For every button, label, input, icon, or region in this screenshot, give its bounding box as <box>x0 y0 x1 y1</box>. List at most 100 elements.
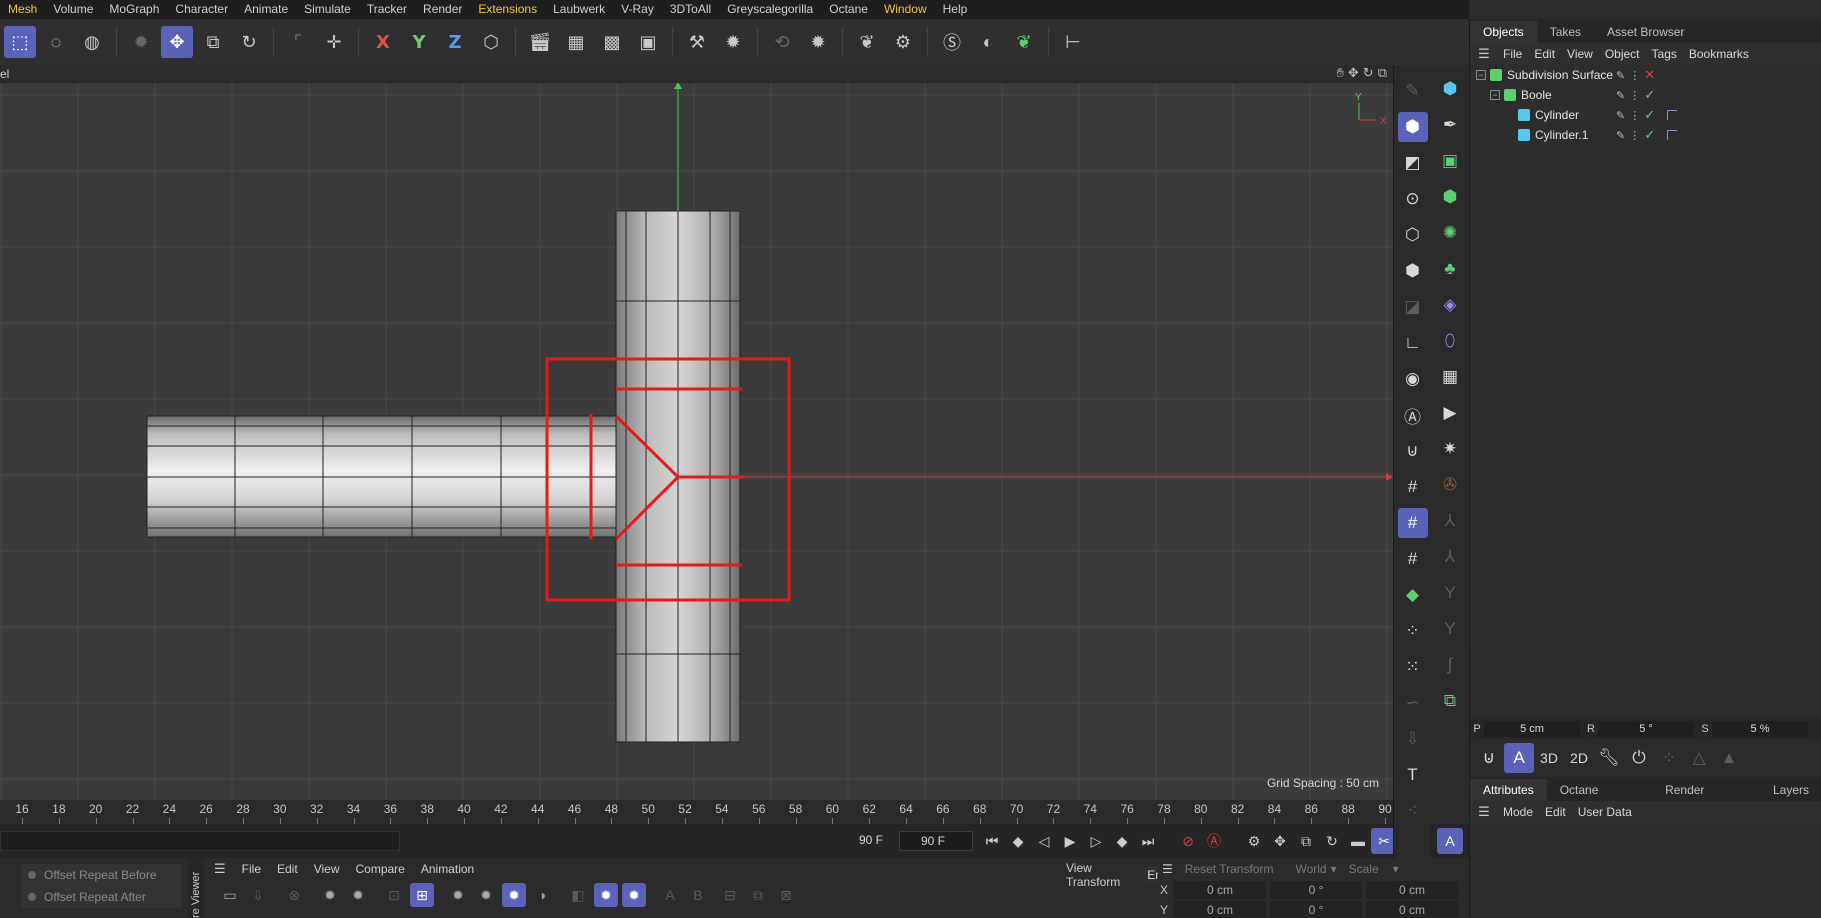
channel-g-button[interactable]: ✹ <box>502 883 526 907</box>
s-snap-field[interactable]: 5 % <box>1712 721 1808 737</box>
polygon-selection-button[interactable]: ◍ <box>76 26 108 58</box>
set-b-button[interactable]: B <box>686 883 710 907</box>
edges-mode-button[interactable]: ⬡ <box>1398 220 1428 250</box>
tab-layers[interactable]: Layers <box>1760 779 1821 801</box>
p-snap-field[interactable]: 5 cm <box>1484 721 1580 737</box>
object-menu-file[interactable]: File <box>1498 47 1529 61</box>
compare-b-button[interactable]: ✹ <box>594 883 618 907</box>
fullscreen-button[interactable]: ⊠ <box>774 883 798 907</box>
render-button[interactable]: ✹ <box>318 883 342 907</box>
move-tool-button[interactable]: ✥ <box>161 26 193 58</box>
autoweld-button[interactable]: Ⓐ <box>1398 400 1428 430</box>
viewer-menu-animation[interactable]: Animation <box>413 862 482 876</box>
menu-mesh[interactable]: Mesh <box>0 0 45 19</box>
workplane-align-button[interactable]: # <box>1398 544 1428 574</box>
viewer-menu-file[interactable]: File <box>234 862 269 876</box>
menu-greyscalegorilla[interactable]: Greyscalegorilla <box>719 0 821 19</box>
key-position-button[interactable]: ✥ <box>1267 828 1293 854</box>
disabled-x-icon[interactable]: ✕ <box>1644 67 1655 83</box>
object-name[interactable]: Subdivision Surface <box>1507 68 1613 82</box>
expand-toggle-icon[interactable]: − <box>1490 90 1500 100</box>
add-cube-button[interactable]: ⬢ <box>1435 74 1465 104</box>
add-subdivision-button[interactable]: ⬢ <box>1435 182 1465 212</box>
viewer-menu-edit[interactable]: Edit <box>269 862 306 876</box>
add-joint-button[interactable]: ✇ <box>1435 470 1465 500</box>
r-snap-field[interactable]: 5 ° <box>1598 721 1694 737</box>
3d-mode-button[interactable]: 3D <box>1534 743 1564 773</box>
menu-animate[interactable]: Animate <box>236 0 296 19</box>
laubwerk-button[interactable]: ❦ <box>851 26 883 58</box>
add-deformer-button[interactable]: ◈ <box>1435 290 1465 320</box>
skin-button[interactable]: Y <box>1435 614 1465 644</box>
layer-icon[interactable]: ✎ <box>1616 69 1625 82</box>
visibility-dots-icon[interactable]: ⋮ <box>1629 69 1640 82</box>
menu-mograph[interactable]: MoGraph <box>101 0 167 19</box>
expand-toggle-icon[interactable]: − <box>1476 70 1486 80</box>
workplane-snap-button[interactable]: # <box>1397 508 1428 538</box>
hamburger-icon[interactable]: ☰ <box>1470 46 1498 62</box>
y-rotation-field[interactable]: 0 ° <box>1270 901 1362 918</box>
attribute-menu-mode[interactable]: Mode <box>1498 805 1540 819</box>
render-picture-viewer-button[interactable]: ▩ <box>596 26 628 58</box>
symmetry-button[interactable]: ◐ <box>972 26 1004 58</box>
menu-laubwerk[interactable]: Laubwerk <box>545 0 613 19</box>
y-position-field[interactable]: 0 cm <box>1174 901 1266 918</box>
object-menu-object[interactable]: Object <box>1600 47 1647 61</box>
object-row[interactable]: − Boole ✎ ⋮ ✓ <box>1470 85 1821 105</box>
next-key-button[interactable]: ◆ <box>1109 828 1135 854</box>
orbit-icon[interactable]: ↻ <box>1363 65 1374 81</box>
add-camera-button[interactable]: ▶ <box>1435 398 1465 428</box>
tab-takes[interactable]: Takes <box>1537 21 1594 43</box>
open-folder-button[interactable]: ▭ <box>218 883 242 907</box>
rectangle-selection-button[interactable]: ◌ <box>40 26 72 58</box>
menu-character[interactable]: Character <box>167 0 236 19</box>
bone-button[interactable]: Y <box>1435 578 1465 608</box>
axis-mode-button[interactable]: ∟ <box>1398 328 1428 358</box>
visibility-dots-icon[interactable]: ⋮ <box>1629 129 1640 142</box>
y-scale-field[interactable]: 0 cm <box>1366 901 1458 918</box>
menu-simulate[interactable]: Simulate <box>296 0 359 19</box>
import-button[interactable]: ⇩ <box>1398 724 1428 754</box>
play-button[interactable]: ▶ <box>1057 828 1083 854</box>
fit-button[interactable]: ⊟ <box>718 883 742 907</box>
reset-transform-button[interactable]: Reset Transform <box>1185 862 1274 876</box>
maximize-icon[interactable]: ⧉ <box>1378 65 1387 81</box>
menu-extensions[interactable]: Extensions <box>470 0 545 19</box>
timeline-ruler[interactable]: 16 18 20 22 24 26 28 30 32 34 36 38 40 42 44 46 48 50 52 54… <box>0 800 1393 824</box>
interactive-region-button[interactable]: ⊞ <box>410 883 434 907</box>
ik-button[interactable]: ⅄ <box>1435 542 1465 572</box>
plant-button[interactable]: ❦ <box>1008 26 1040 58</box>
magnet-snap-button[interactable]: ⊍ <box>1398 436 1428 466</box>
solo-button[interactable]: ◉ <box>1398 364 1428 394</box>
add-light-button[interactable]: ✷ <box>1435 434 1465 464</box>
object-menu-edit[interactable]: Edit <box>1529 47 1562 61</box>
object-name[interactable]: Cylinder.1 <box>1535 128 1588 142</box>
scale-tool-button[interactable]: ⧉ <box>197 26 229 58</box>
previous-key-button[interactable]: ◆ <box>1005 828 1031 854</box>
menu-window[interactable]: Window <box>876 0 935 19</box>
compare-ab-button[interactable]: ✹ <box>622 883 646 907</box>
autokey-button[interactable]: Ⓐ <box>1201 828 1227 854</box>
coordinate-space-select[interactable]: World <box>1295 862 1326 876</box>
add-floor-button[interactable]: ▦ <box>1435 362 1465 392</box>
key-rotation-button[interactable]: ↻ <box>1319 828 1345 854</box>
paint-button[interactable]: ◆ <box>1398 580 1428 610</box>
key-scale-button[interactable]: ⧉ <box>1293 828 1319 854</box>
undo-view-button[interactable]: ⟲ <box>766 26 798 58</box>
menu-v-ray[interactable]: V-Ray <box>613 0 662 19</box>
hamburger-icon[interactable]: ☰ <box>1470 804 1498 820</box>
phong-tag-icon[interactable] <box>1667 130 1678 140</box>
offset-repeat-after-row[interactable]: Offset Repeat After <box>22 886 182 908</box>
scatter-snap-button[interactable]: ⁘ <box>1398 616 1428 646</box>
layer-icon[interactable]: ✎ <box>1616 129 1625 142</box>
scale-mode-select[interactable]: Scale <box>1349 862 1379 876</box>
x-axis-toggle[interactable]: X <box>367 26 399 58</box>
hamburger-icon[interactable]: ☰ <box>206 861 234 877</box>
region-button[interactable]: ⊡ <box>382 883 406 907</box>
object-row[interactable]: Cylinder.1 ✎ ⋮ ✓ <box>1470 125 1821 145</box>
key-parameter-button[interactable]: ▬ <box>1345 828 1371 854</box>
timeline-mode-button[interactable]: A <box>1437 828 1463 854</box>
tweak-mode-button[interactable]: ✎ <box>1398 76 1428 106</box>
next-frame-button[interactable]: ▷ <box>1083 828 1109 854</box>
hamburger-icon[interactable]: ☰ <box>1162 862 1173 876</box>
